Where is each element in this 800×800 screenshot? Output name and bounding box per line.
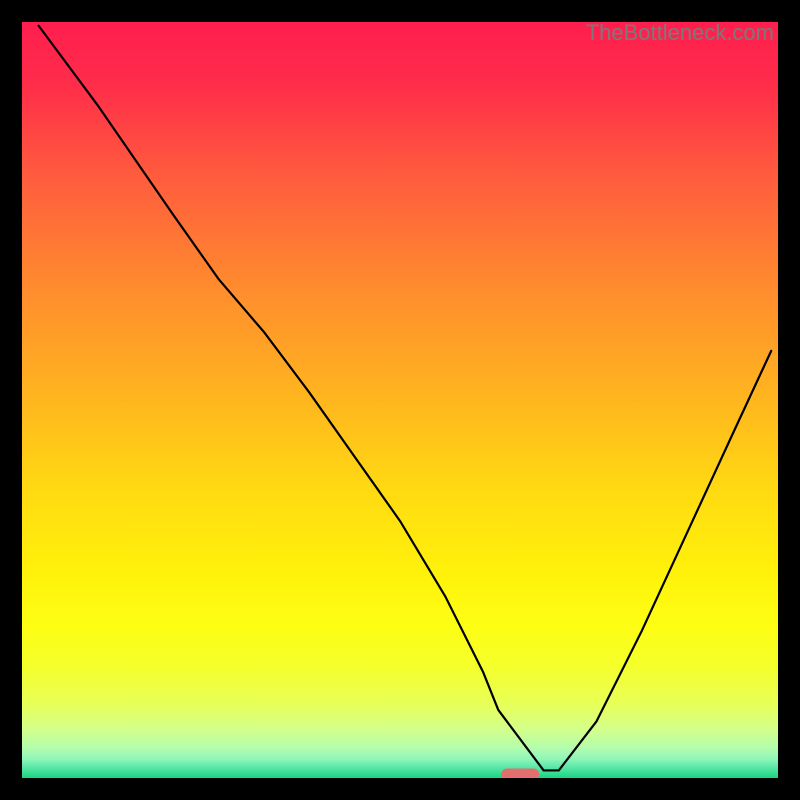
chart-plot-area: TheBottleneck.com — [22, 22, 778, 778]
optimal-range-marker — [501, 769, 539, 778]
chart-overlay — [22, 22, 778, 778]
bottleneck-curve — [39, 26, 772, 771]
chart-frame: TheBottleneck.com — [22, 22, 778, 778]
